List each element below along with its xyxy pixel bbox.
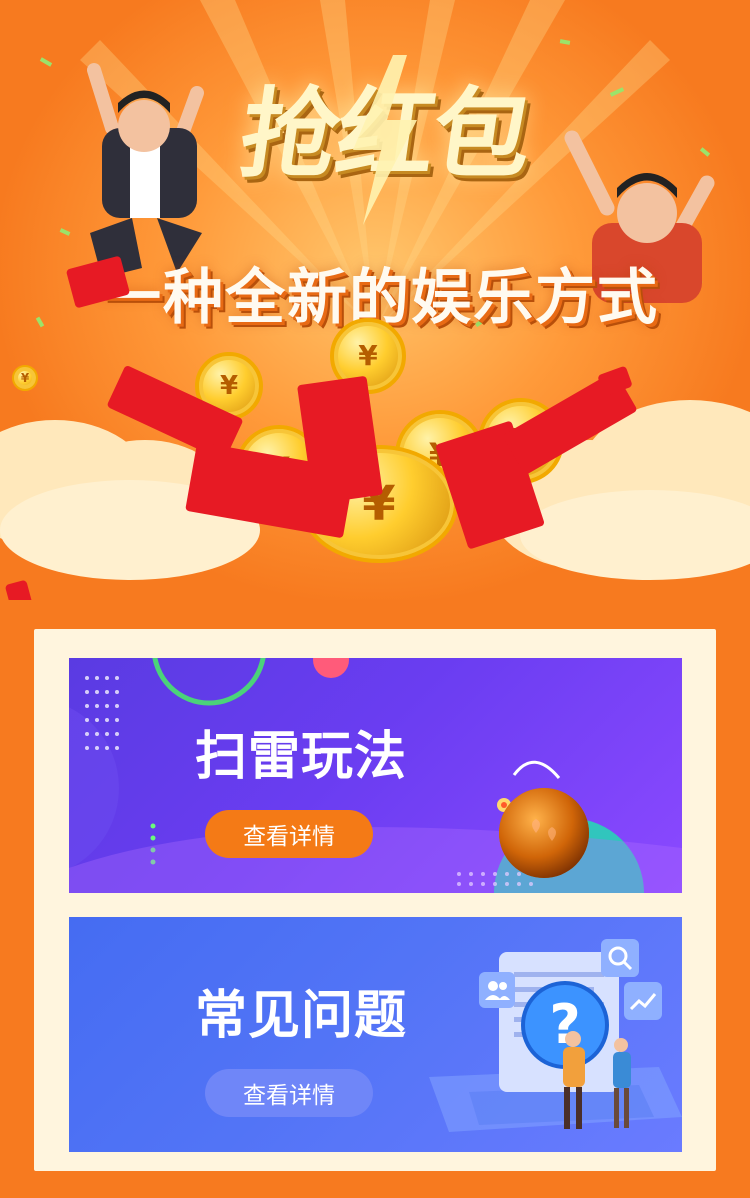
minesweeper-card[interactable]: 扫雷玩法 查看详情 [69, 658, 682, 893]
users-icon [479, 972, 515, 1008]
faq-card[interactable]: 常见问题 查看详情 ? [69, 917, 682, 1152]
hero-banner: 抢红包 一种全新的娱乐方式 ¥ ¥ ¥ ¥ ¥ ¥ ¥ ¥ ¥ [0, 0, 750, 600]
coin-icon: ¥ [12, 365, 38, 391]
lightning-icon [353, 55, 417, 225]
chart-icon [624, 982, 662, 1020]
person-illustration [563, 1031, 631, 1129]
view-details-button[interactable]: 查看详情 [205, 810, 373, 858]
search-icon [601, 939, 639, 977]
view-details-button[interactable]: 查看详情 [205, 1069, 373, 1117]
minesweeper-title: 扫雷玩法 [195, 727, 408, 787]
bomb-icon [497, 760, 589, 878]
faq-title: 常见问题 [195, 986, 408, 1046]
content-panel: 扫雷玩法 查看详情 常见问题 查看详情 ? [34, 629, 716, 1171]
